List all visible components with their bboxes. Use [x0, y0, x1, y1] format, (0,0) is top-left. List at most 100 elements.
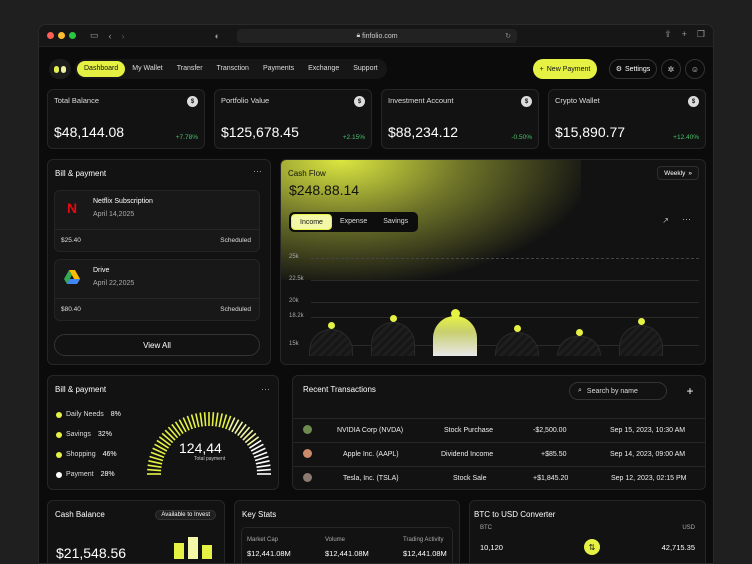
minimize-dot[interactable] [58, 32, 65, 39]
swap-icon[interactable]: ⇅ [584, 539, 600, 555]
tab-payments[interactable]: Payments [256, 61, 301, 77]
chart-bar[interactable] [495, 331, 539, 356]
bill-name: Netflix Subscription [93, 198, 153, 205]
stat-crypto-wallet: Crypto Wallet $ $15,890.77 +12.40% [548, 89, 706, 149]
tx-type: Stock Sale [453, 475, 487, 482]
privacy-icon[interactable]: ◐ [215, 31, 220, 41]
chart-point [637, 317, 645, 325]
bill-date: April 22,2025 [93, 280, 135, 287]
table-row[interactable]: Apple Inc. (AAPL) Dividend Income +$85.5… [293, 442, 705, 466]
gauge-tick [215, 412, 219, 427]
tab-exchange[interactable]: Exchange [301, 61, 346, 77]
mini-bar [202, 545, 212, 559]
gauge-tick [161, 432, 174, 444]
forward-icon[interactable]: › [122, 31, 125, 41]
cash-balance-value: $21,548.56 [56, 545, 127, 561]
segment-control: Income Expense Savings [289, 212, 419, 232]
legend-label: Daily Needs [66, 411, 104, 418]
browser-toolbar: ▭ ‹ › ◐ 🔒︎ finfolio.com ↻ ⇪ + ❐ [39, 25, 713, 47]
share-icon[interactable]: ⇪ [664, 29, 672, 40]
key-stat-label: Trading Activity [403, 537, 444, 543]
gauge-tick [148, 460, 163, 465]
drive-icon [63, 268, 81, 286]
new-payment-button[interactable]: + New Payment [533, 59, 597, 79]
legend-pct: 46% [102, 451, 117, 458]
bill-status: Scheduled [220, 237, 251, 244]
trend-icon[interactable]: ↗ [662, 216, 669, 225]
chart-point [450, 309, 460, 319]
add-icon[interactable]: + [681, 382, 699, 400]
chart-bar[interactable] [557, 336, 601, 356]
period-dropdown[interactable]: Weekly» [657, 166, 699, 180]
cash-flow-value: $248.88.14 [289, 182, 360, 198]
tabs-icon[interactable]: ❐ [697, 29, 705, 40]
legend-label: Shopping [66, 451, 96, 458]
cash-balance-card: Cash Balance Available to Invest $21,548… [47, 500, 225, 563]
card-title: Recent Transactions [303, 385, 376, 394]
gauge-tick [164, 429, 176, 441]
stat-investment-account: Investment Account $ $88,234.12 -0.50% [381, 89, 539, 149]
from-amount[interactable]: 10,120 [480, 543, 503, 552]
legend-item: Daily Needs 8% [56, 411, 121, 418]
bill-status: Scheduled [220, 306, 251, 313]
chart-bar[interactable] [371, 322, 415, 356]
gauge-tick [149, 455, 164, 462]
back-icon[interactable]: ‹ [109, 31, 112, 41]
tab-my-wallet[interactable]: My Wallet [125, 61, 169, 77]
search-input[interactable]: ⌕ Search by name [569, 382, 667, 400]
bill-item[interactable]: Drive April 22,2025 $80.40 Scheduled [54, 259, 260, 321]
segment-expense[interactable]: Expense [332, 214, 375, 230]
chart-bar[interactable] [309, 329, 353, 356]
lock-icon: 🔒︎ [356, 32, 361, 39]
reload-icon[interactable]: ↻ [505, 32, 511, 40]
settings-label: Settings [624, 65, 651, 73]
card-title: Key Stats [242, 510, 277, 519]
key-stats-card: Key Stats Market Cap $12,441.08M Volume … [234, 500, 460, 563]
search-icon: ⌕ [578, 387, 582, 394]
logo[interactable] [49, 59, 71, 79]
close-dot[interactable] [47, 32, 54, 39]
search-placeholder: Search by name [586, 387, 638, 395]
view-all-button[interactable]: View All [54, 334, 260, 356]
recent-transactions-card: Recent Transactions ⌕ Search by name + NV… [292, 375, 706, 490]
chart-point [327, 322, 335, 330]
tab-transfer[interactable]: Transfer [170, 61, 210, 77]
gauge-tick [147, 468, 162, 472]
more-icon[interactable]: ··· [682, 214, 691, 224]
company-logo [303, 425, 312, 434]
profile-button[interactable]: ☺ [685, 59, 705, 79]
maximize-dot[interactable] [69, 32, 76, 39]
chart-bar[interactable] [619, 324, 663, 356]
new-tab-icon[interactable]: + [682, 29, 687, 40]
tab-dashboard[interactable]: Dashboard [77, 61, 126, 77]
cash-flow-card: Cash Flow $248.88.14 Weekly» Income Expe… [280, 159, 706, 365]
gauge-tick [256, 468, 271, 472]
tab-support[interactable]: Support [346, 61, 385, 77]
more-icon[interactable]: ··· [261, 384, 270, 394]
tx-company: NVIDIA Corp (NVDA) [337, 427, 404, 434]
tx-company: Apple Inc. (AAPL) [343, 451, 399, 458]
mini-bar [188, 537, 198, 559]
sidebar-icon[interactable]: ▭ [90, 30, 99, 41]
tx-type: Stock Purchase [444, 427, 494, 434]
table-row[interactable]: NVIDIA Corp (NVDA) Stock Purchase -$2,50… [293, 418, 705, 442]
bill-item[interactable]: N Netflix Subscription April 14,2025 $25… [54, 190, 260, 252]
user-icon: ☺ [690, 64, 700, 74]
to-amount[interactable]: 42,715.35 [662, 543, 695, 552]
table-row[interactable]: Tesla, Inc. (TSLA) Stock Sale +$1,845.20… [293, 466, 705, 490]
preferences-button[interactable]: ✲ [661, 59, 681, 79]
segment-income[interactable]: Income [291, 214, 332, 230]
bill-payment-gauge-card: Bill & payment ··· Daily Needs 8% Savings… [47, 375, 279, 490]
tx-amount: +$85.50 [541, 451, 567, 458]
address-bar[interactable]: 🔒︎ finfolio.com ↻ [237, 29, 517, 43]
chart-bar[interactable] [433, 316, 477, 356]
bill-date: April 14,2025 [93, 211, 135, 218]
gauge-tick [195, 413, 200, 428]
stat-label: Investment Account [388, 96, 454, 105]
settings-button[interactable]: ⚙ Settings [609, 59, 657, 79]
tab-transaction[interactable]: Transction [210, 61, 256, 77]
stat-value: $125,678.45 [221, 124, 299, 140]
segment-savings[interactable]: Savings [375, 214, 416, 230]
more-icon[interactable]: ··· [253, 166, 262, 176]
key-stat-value: $12,441.08M [325, 549, 369, 558]
